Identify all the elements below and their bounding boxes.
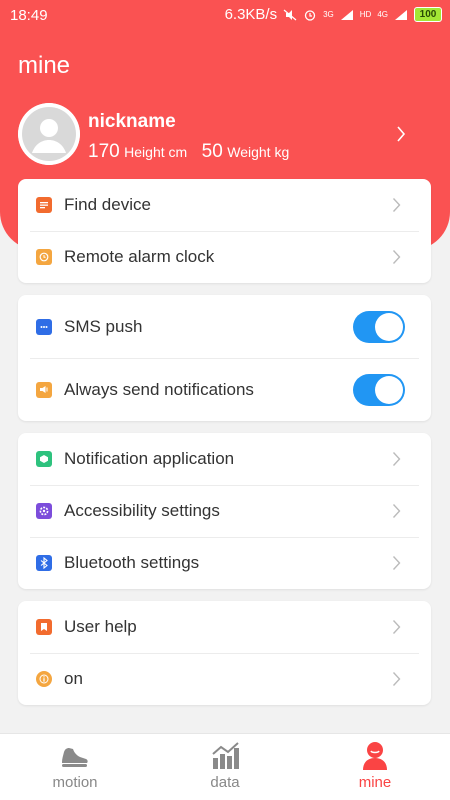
chevron-right-icon — [392, 452, 401, 466]
alarm-status-icon — [304, 9, 316, 21]
bottom-nav: motion data mine — [0, 733, 450, 800]
info-icon — [36, 671, 52, 687]
remote-alarm-clock-row[interactable]: Remote alarm clock — [18, 231, 431, 283]
weight-value: 50 — [201, 141, 223, 162]
page-title: mine — [18, 52, 71, 79]
chevron-right-icon — [392, 198, 401, 212]
notification-app-icon — [36, 451, 52, 467]
signal-3g-label: 3G — [323, 10, 334, 19]
mute-icon — [283, 9, 297, 20]
status-bar: 18:49 6.3KB/s 3G HD 4G 100 — [0, 0, 450, 30]
person-icon — [363, 742, 387, 770]
nickname: nickname — [88, 111, 176, 132]
accessibility-settings-row[interactable]: Accessibility settings — [18, 485, 431, 537]
bluetooth-settings-label: Bluetooth settings — [64, 553, 200, 572]
remote-alarm-clock-label: Remote alarm clock — [64, 247, 215, 266]
chevron-right-icon — [392, 672, 401, 686]
find-device-row[interactable]: Find device — [18, 179, 431, 231]
nav-mine[interactable]: mine — [300, 734, 450, 800]
find-device-label: Find device — [64, 195, 151, 214]
user-help-row[interactable]: User help — [18, 601, 431, 653]
alarm-clock-icon — [36, 249, 52, 265]
chevron-right-icon — [397, 126, 406, 142]
signal-4g-label: 4G — [377, 10, 388, 19]
signal-icon — [340, 9, 353, 20]
sms-push-toggle[interactable] — [353, 310, 405, 343]
bluetooth-icon — [36, 555, 52, 571]
battery-icon: 100 — [414, 7, 442, 22]
avatar-placeholder-icon — [18, 103, 80, 165]
body-metrics: 170 Height cm 50 Weight kg — [88, 141, 299, 163]
sms-icon — [36, 318, 52, 335]
status-icons: 6.3KB/s 3G HD 4G 100 — [225, 6, 442, 23]
user-help-icon — [36, 619, 52, 635]
about-row[interactable]: on — [18, 653, 431, 705]
chevron-right-icon — [392, 620, 401, 634]
height-unit: Height cm — [124, 144, 188, 160]
toggle-knob — [375, 375, 403, 404]
profile-row[interactable]: nickname 170 Height cm 50 Weight kg — [18, 103, 432, 167]
sms-push-label: SMS push — [64, 316, 143, 336]
avatar[interactable] — [18, 103, 80, 165]
device-card: Find device Remote alarm clock — [18, 179, 431, 283]
always-send-notifications-label: Always send notifications — [64, 379, 254, 399]
nav-motion-label: motion — [52, 774, 98, 791]
height-value: 170 — [88, 141, 120, 162]
sms-push-row: SMS push — [18, 295, 431, 358]
notification-application-label: Notification application — [64, 449, 235, 468]
notification-icon — [36, 381, 52, 398]
nav-motion[interactable]: motion — [0, 734, 150, 800]
notification-application-row[interactable]: Notification application — [18, 433, 431, 485]
bluetooth-settings-row[interactable]: Bluetooth settings — [18, 537, 431, 589]
user-help-label: User help — [64, 617, 137, 636]
always-send-notifications-row: Always send notifications — [18, 358, 431, 421]
weight-unit: Weight kg — [227, 144, 290, 160]
find-device-icon — [36, 197, 52, 213]
push-card: SMS push Always send notifications — [18, 295, 431, 421]
chevron-right-icon — [392, 250, 401, 264]
signal-icon — [395, 9, 407, 20]
chart-icon — [212, 742, 239, 769]
hd-badge: HD — [359, 10, 372, 19]
accessibility-icon — [36, 503, 52, 519]
accessibility-settings-label: Accessibility settings — [64, 501, 220, 520]
about-label: on — [64, 669, 83, 688]
chevron-right-icon — [392, 556, 401, 570]
toggle-knob — [375, 312, 403, 341]
chevron-right-icon — [392, 504, 401, 518]
shoe-icon — [62, 748, 88, 767]
status-time: 18:49 — [10, 7, 48, 24]
help-card: User help on — [18, 601, 431, 705]
nav-data[interactable]: data — [150, 734, 300, 800]
always-send-notifications-toggle[interactable] — [353, 373, 405, 406]
network-speed: 6.3KB/s — [224, 6, 278, 23]
nav-data-label: data — [210, 774, 240, 791]
nav-mine-label: mine — [358, 774, 392, 791]
settings-card: Notification application Accessibility s… — [18, 433, 431, 589]
